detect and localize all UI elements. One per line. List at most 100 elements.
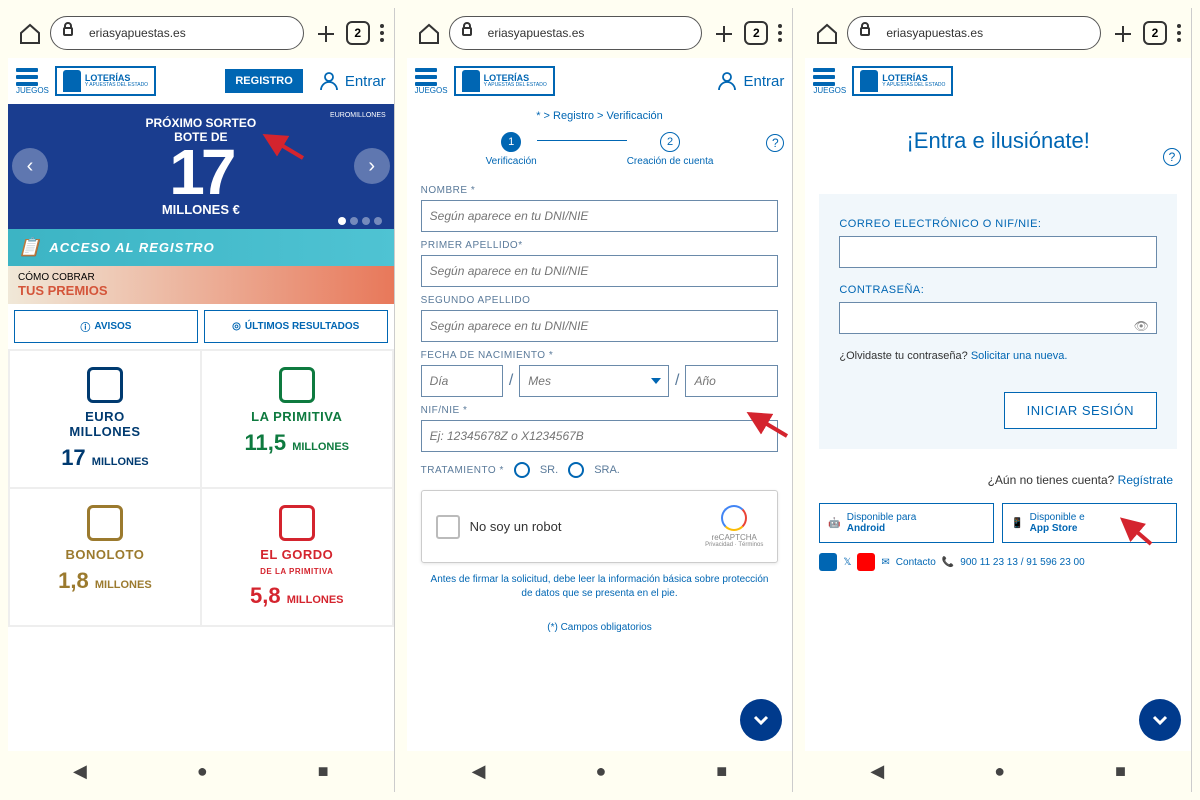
form-footer-1: Antes de firmar la solicitud, debe leer … (407, 563, 793, 611)
ano-field[interactable] (685, 365, 778, 397)
password-field[interactable] (839, 302, 1157, 334)
forgot-link[interactable]: Solicitar una nueva. (971, 350, 1068, 362)
android-nav: ◀ ● ■ (8, 751, 394, 792)
entrar-link[interactable]: Entrar (317, 69, 386, 93)
eye-icon[interactable]: 👁 (1134, 319, 1149, 333)
menu-dots-icon[interactable] (380, 24, 384, 42)
youtube-icon[interactable] (857, 553, 875, 571)
annotation-arrow (258, 130, 308, 160)
phone-screen-2: eriasyapuestas.es 2 JUEGOS LOTERÍASY APU… (407, 8, 794, 792)
nombre-field[interactable] (421, 200, 779, 232)
step-1: 1 Verificación (486, 132, 537, 167)
hamburger-icon (415, 68, 448, 86)
annotation-arrow (742, 408, 792, 438)
back-button[interactable]: ◀ (870, 761, 884, 782)
form-footer-2: (*) Campos obligatorios (407, 611, 793, 645)
menu-container[interactable]: JUEGOS (415, 68, 448, 95)
recent-button[interactable]: ■ (716, 761, 727, 782)
fecha-label: FECHA DE NACIMIENTO * (421, 350, 779, 361)
login-button[interactable]: INICIAR SESIÓN (1004, 392, 1157, 429)
recaptcha[interactable]: No soy un robot reCAPTCHA Privacidad · T… (421, 490, 779, 563)
x-icon[interactable]: 𝕏 (843, 557, 851, 568)
pass-label: CONTRASEÑA: (839, 284, 1157, 296)
phone-screen-3: eriasyapuestas.es 2 JUEGOS LOTERÍASY APU… (805, 8, 1192, 792)
phone-screen-1: eriasyapuestas.es 2 JUEGOS LOTERÍASY APU… (8, 8, 395, 792)
home-icon[interactable] (18, 22, 40, 44)
dia-field[interactable] (421, 365, 503, 397)
primer-apellido-field[interactable] (421, 255, 779, 287)
entrar-link[interactable]: Entrar (715, 69, 784, 93)
logo-hand-icon (63, 70, 81, 92)
tab-count[interactable]: 2 (1143, 21, 1167, 45)
hero-dots[interactable] (338, 217, 382, 225)
facebook-icon[interactable] (819, 553, 837, 571)
game-primitiva[interactable]: LA PRIMITIVA 11,5 MILLONES (202, 351, 392, 487)
app-header: JUEGOS LOTERÍASY APUESTAS DEL ESTADO (805, 58, 1191, 104)
url-box[interactable]: eriasyapuestas.es (449, 16, 703, 50)
help-icon[interactable]: ? (766, 134, 784, 152)
browser-bar: eriasyapuestas.es 2 (8, 8, 394, 58)
banner-premios[interactable]: CÓMO COBRAR TUS PREMIOS (8, 266, 394, 304)
login-card: CORREO ELECTRÓNICO O NIF/NIE: CONTRASEÑA… (819, 194, 1177, 449)
back-button[interactable]: ◀ (472, 761, 486, 782)
hero-banner[interactable]: EUROMILLONES PRÓXIMO SORTEO BOTE DE 17 M… (8, 104, 394, 229)
menu-dots-icon[interactable] (1177, 24, 1181, 42)
fab-down[interactable] (1139, 699, 1181, 741)
lock-icon (460, 22, 482, 44)
avisos-button[interactable]: ⓘ AVISOS (14, 310, 198, 343)
elgordo-icon (279, 505, 315, 541)
plus-icon[interactable] (1111, 22, 1133, 44)
recent-button[interactable]: ■ (318, 761, 329, 782)
nif-label: NIF/NIE * (421, 405, 779, 416)
home-icon[interactable] (815, 22, 837, 44)
logo[interactable]: LOTERÍASY APUESTAS DEL ESTADO (852, 66, 953, 96)
android-nav: ◀ ● ■ (805, 751, 1191, 792)
game-euromillones[interactable]: EUROMILLONES 17 MILLONES (10, 351, 200, 487)
segundo-label: SEGUNDO APELLIDO (421, 295, 779, 306)
radio-sr[interactable] (514, 462, 530, 478)
logo[interactable]: LOTERÍASY APUESTAS DEL ESTADO (454, 66, 555, 96)
help-icon[interactable]: ? (1163, 148, 1181, 166)
home-button[interactable]: ● (197, 761, 208, 782)
tab-count[interactable]: 2 (744, 21, 768, 45)
user-icon (715, 69, 739, 93)
email-field[interactable] (839, 236, 1157, 268)
user-icon (317, 69, 341, 93)
nombre-label: NOMBRE * (421, 185, 779, 196)
android-button[interactable]: 🤖 Disponible paraAndroid (819, 503, 994, 543)
banner-registro[interactable]: 📋ACCESO AL REGISTRO (8, 229, 394, 266)
game-elgordo[interactable]: EL GORDODE LA PRIMITIVA 5,8 MILLONES (202, 489, 392, 625)
hero-next[interactable]: › (354, 148, 390, 184)
game-bonoloto[interactable]: BONOLOTO 1,8 MILLONES (10, 489, 200, 625)
app-header: JUEGOS LOTERÍASY APUESTAS DEL ESTADO REG… (8, 58, 394, 104)
nif-field[interactable] (421, 420, 779, 452)
resultados-button[interactable]: ◎ ÚLTIMOS RESULTADOS (204, 310, 388, 343)
home-icon[interactable] (417, 22, 439, 44)
hero-prev[interactable]: ‹ (12, 148, 48, 184)
plus-icon[interactable] (314, 22, 336, 44)
tab-count[interactable]: 2 (346, 21, 370, 45)
home-button[interactable]: ● (994, 761, 1005, 782)
plus-icon[interactable] (712, 22, 734, 44)
url-box[interactable]: eriasyapuestas.es (50, 16, 304, 50)
menu-container[interactable]: JUEGOS (16, 68, 49, 95)
logo[interactable]: LOTERÍASY APUESTAS DEL ESTADO (55, 66, 156, 96)
registrate-link[interactable]: Regístrate (1118, 473, 1173, 487)
home-button[interactable]: ● (596, 761, 607, 782)
menu-container[interactable]: JUEGOS (813, 68, 846, 95)
mes-field[interactable] (519, 365, 669, 397)
login-title: ¡Entra e ilusiónate! (805, 104, 1191, 194)
form-registro: NOMBRE * PRIMER APELLIDO* SEGUNDO APELLI… (407, 185, 793, 563)
menu-dots-icon[interactable] (778, 24, 782, 42)
captcha-checkbox[interactable] (436, 515, 460, 539)
radio-sra[interactable] (568, 462, 584, 478)
registro-button[interactable]: REGISTRO (225, 69, 302, 93)
mail-icon[interactable]: ✉ (881, 557, 889, 568)
primer-label: PRIMER APELLIDO* (421, 240, 779, 251)
recent-button[interactable]: ■ (1115, 761, 1126, 782)
back-button[interactable]: ◀ (73, 761, 87, 782)
url-box[interactable]: eriasyapuestas.es (847, 16, 1101, 50)
segundo-apellido-field[interactable] (421, 310, 779, 342)
content-1: JUEGOS LOTERÍASY APUESTAS DEL ESTADO REG… (8, 58, 394, 751)
fab-down[interactable] (740, 699, 782, 741)
